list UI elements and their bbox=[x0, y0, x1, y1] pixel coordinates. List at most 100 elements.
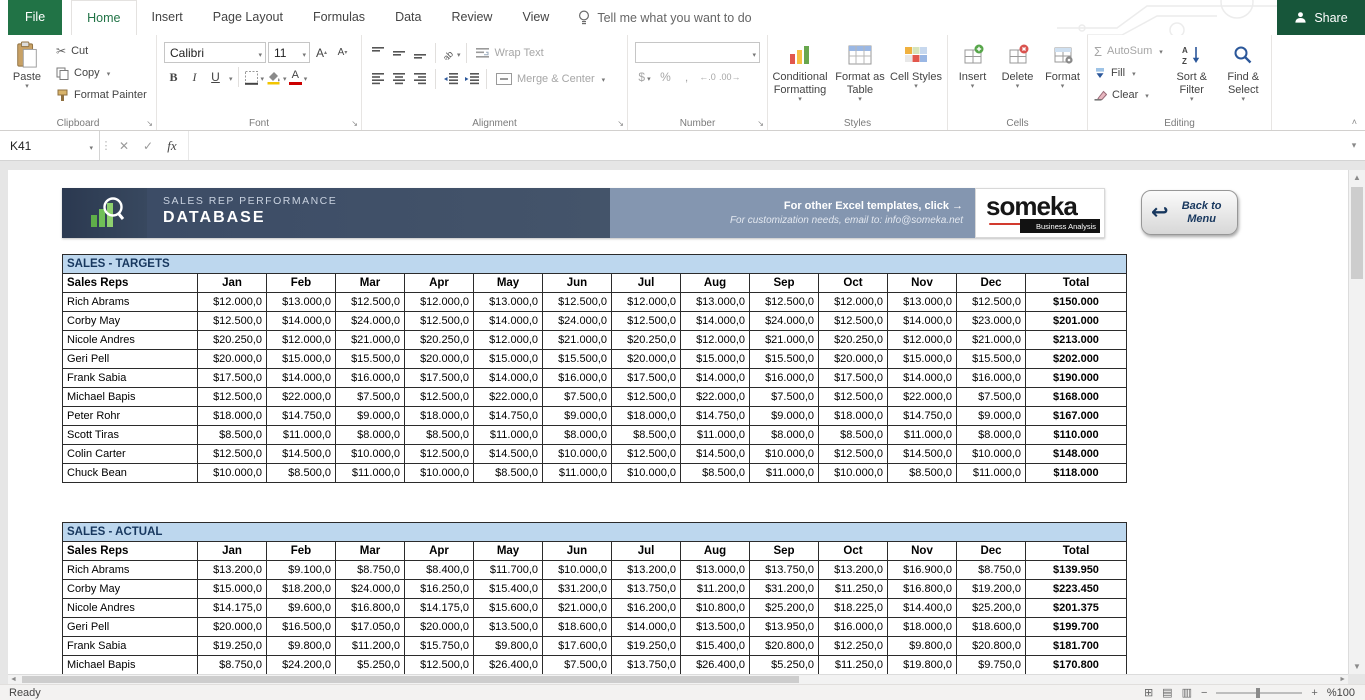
value-cell[interactable]: $9.800,0 bbox=[267, 637, 336, 656]
value-cell[interactable]: $22.000,0 bbox=[474, 388, 543, 407]
total-cell[interactable]: $168.000 bbox=[1026, 388, 1127, 407]
value-cell[interactable]: $21.000,0 bbox=[543, 331, 612, 350]
alignment-dialog-launcher[interactable] bbox=[617, 120, 624, 128]
value-cell[interactable]: $14.175,0 bbox=[198, 599, 267, 618]
rep-name-cell[interactable]: Nicole Andres bbox=[63, 331, 198, 350]
value-cell[interactable]: $11.000,0 bbox=[267, 426, 336, 445]
value-cell[interactable]: $11.250,0 bbox=[819, 656, 888, 675]
format-painter-button[interactable]: Format Painter bbox=[52, 84, 151, 106]
find-select-button[interactable]: Find & Select bbox=[1218, 38, 1270, 114]
collapse-ribbon-button[interactable] bbox=[1352, 117, 1357, 127]
value-cell[interactable]: $22.000,0 bbox=[267, 388, 336, 407]
value-cell[interactable]: $20.250,0 bbox=[405, 331, 474, 350]
decrease-indent-button[interactable] bbox=[441, 69, 460, 89]
conditional-formatting-button[interactable]: Conditional Formatting bbox=[770, 38, 830, 114]
value-cell[interactable]: $15.500,0 bbox=[957, 350, 1026, 369]
value-cell[interactable]: $13.000,0 bbox=[681, 293, 750, 312]
scroll-down-icon[interactable] bbox=[1349, 659, 1365, 674]
value-cell[interactable]: $14.000,0 bbox=[681, 369, 750, 388]
total-cell[interactable]: $213.000 bbox=[1026, 331, 1127, 350]
value-cell[interactable]: $24.000,0 bbox=[750, 312, 819, 331]
value-cell[interactable]: $8.500,0 bbox=[405, 426, 474, 445]
column-header-month[interactable]: Nov bbox=[888, 274, 957, 293]
value-cell[interactable]: $19.250,0 bbox=[198, 637, 267, 656]
value-cell[interactable]: $9.800,0 bbox=[888, 637, 957, 656]
formula-input[interactable] bbox=[188, 131, 1343, 160]
number-format-select[interactable] bbox=[635, 42, 760, 63]
value-cell[interactable]: $8.500,0 bbox=[612, 426, 681, 445]
value-cell[interactable]: $20.000,0 bbox=[405, 350, 474, 369]
promo-link[interactable]: For other Excel templates, click → bbox=[784, 200, 963, 212]
value-cell[interactable]: $15.000,0 bbox=[267, 350, 336, 369]
value-cell[interactable]: $15.000,0 bbox=[474, 350, 543, 369]
fill-color-button[interactable] bbox=[266, 67, 287, 87]
rep-name-cell[interactable]: Geri Pell bbox=[63, 618, 198, 637]
value-cell[interactable]: $9.750,0 bbox=[957, 656, 1026, 675]
total-cell[interactable]: $201.375 bbox=[1026, 599, 1127, 618]
column-header-month[interactable]: Jun bbox=[543, 542, 612, 561]
value-cell[interactable]: $21.000,0 bbox=[543, 599, 612, 618]
value-cell[interactable]: $11.250,0 bbox=[819, 580, 888, 599]
value-cell[interactable]: $12.500,0 bbox=[750, 293, 819, 312]
scroll-up-icon[interactable] bbox=[1349, 170, 1365, 185]
value-cell[interactable]: $20.250,0 bbox=[819, 331, 888, 350]
clear-button[interactable]: Clear bbox=[1090, 84, 1166, 106]
value-cell[interactable]: $5.250,0 bbox=[336, 656, 405, 675]
value-cell[interactable]: $13.950,0 bbox=[750, 618, 819, 637]
value-cell[interactable]: $12.000,0 bbox=[819, 293, 888, 312]
value-cell[interactable]: $10.000,0 bbox=[405, 464, 474, 483]
column-header-total[interactable]: Total bbox=[1026, 274, 1127, 293]
column-header-month[interactable]: Apr bbox=[405, 274, 474, 293]
value-cell[interactable]: $14.750,0 bbox=[888, 407, 957, 426]
value-cell[interactable]: $15.000,0 bbox=[198, 580, 267, 599]
shrink-font-button[interactable]: A▾ bbox=[333, 43, 352, 63]
total-cell[interactable]: $202.000 bbox=[1026, 350, 1127, 369]
value-cell[interactable]: $12.000,0 bbox=[612, 293, 681, 312]
value-cell[interactable]: $20.000,0 bbox=[405, 618, 474, 637]
value-cell[interactable]: $18.200,0 bbox=[267, 580, 336, 599]
value-cell[interactable]: $7.500,0 bbox=[543, 656, 612, 675]
comma-style-button[interactable]: , bbox=[677, 67, 696, 87]
value-cell[interactable]: $13.000,0 bbox=[267, 293, 336, 312]
value-cell[interactable]: $11.200,0 bbox=[336, 637, 405, 656]
scroll-right-icon[interactable] bbox=[1339, 675, 1346, 684]
value-cell[interactable]: $14.000,0 bbox=[267, 369, 336, 388]
total-cell[interactable]: $170.800 bbox=[1026, 656, 1127, 675]
value-cell[interactable]: $11.700,0 bbox=[474, 561, 543, 580]
value-cell[interactable]: $7.500,0 bbox=[957, 388, 1026, 407]
value-cell[interactable]: $10.000,0 bbox=[336, 445, 405, 464]
value-cell[interactable]: $13.750,0 bbox=[750, 561, 819, 580]
formula-bar-splitter[interactable] bbox=[100, 131, 112, 160]
tab-file[interactable]: File bbox=[8, 0, 62, 35]
align-left-button[interactable] bbox=[369, 69, 388, 89]
value-cell[interactable]: $31.200,0 bbox=[543, 580, 612, 599]
rep-name-cell[interactable]: Colin Carter bbox=[63, 445, 198, 464]
value-cell[interactable]: $16.900,0 bbox=[888, 561, 957, 580]
value-cell[interactable]: $14.000,0 bbox=[474, 369, 543, 388]
value-cell[interactable]: $14.400,0 bbox=[888, 599, 957, 618]
total-cell[interactable]: $201.000 bbox=[1026, 312, 1127, 331]
column-header-month[interactable]: Jun bbox=[543, 274, 612, 293]
column-header-month[interactable]: Sep bbox=[750, 542, 819, 561]
column-header-total[interactable]: Total bbox=[1026, 542, 1127, 561]
value-cell[interactable]: $25.200,0 bbox=[957, 599, 1026, 618]
value-cell[interactable]: $17.600,0 bbox=[543, 637, 612, 656]
value-cell[interactable]: $20.000,0 bbox=[198, 618, 267, 637]
value-cell[interactable]: $18.000,0 bbox=[612, 407, 681, 426]
value-cell[interactable]: $13.000,0 bbox=[681, 561, 750, 580]
value-cell[interactable]: $12.500,0 bbox=[198, 445, 267, 464]
tab-data[interactable]: Data bbox=[380, 0, 436, 35]
increase-decimal-button[interactable]: ←.0 bbox=[698, 67, 717, 87]
value-cell[interactable]: $13.500,0 bbox=[681, 618, 750, 637]
value-cell[interactable]: $14.000,0 bbox=[612, 618, 681, 637]
rep-name-cell[interactable]: Chuck Bean bbox=[63, 464, 198, 483]
value-cell[interactable]: $16.000,0 bbox=[957, 369, 1026, 388]
worksheet[interactable]: SALES REP PERFORMANCE DATABASE For other… bbox=[8, 170, 1348, 674]
total-cell[interactable]: $167.000 bbox=[1026, 407, 1127, 426]
value-cell[interactable]: $18.000,0 bbox=[888, 618, 957, 637]
value-cell[interactable]: $20.250,0 bbox=[198, 331, 267, 350]
column-header-sales-reps[interactable]: Sales Reps bbox=[63, 274, 198, 293]
number-dialog-launcher[interactable] bbox=[757, 120, 764, 128]
value-cell[interactable]: $13.200,0 bbox=[612, 561, 681, 580]
value-cell[interactable]: $18.600,0 bbox=[957, 618, 1026, 637]
